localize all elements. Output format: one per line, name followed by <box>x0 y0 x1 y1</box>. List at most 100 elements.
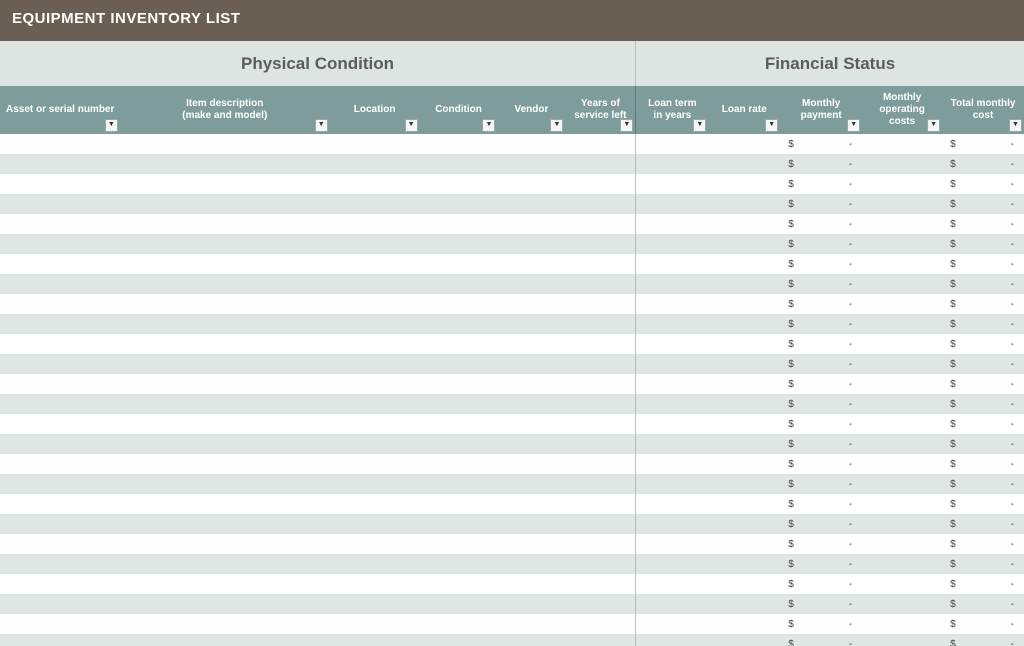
cell-location <box>330 234 420 254</box>
cell-loan-rate <box>708 234 780 254</box>
cell-asset <box>0 254 120 274</box>
table-row: $-$- <box>0 134 1024 154</box>
table-row: $-$- <box>0 214 1024 234</box>
cell-description <box>120 374 330 394</box>
cell-loan-rate <box>708 154 780 174</box>
cell-asset <box>0 574 120 594</box>
cell-loan-term <box>636 394 708 414</box>
cell-service-left <box>565 514 635 534</box>
cell-loan-rate <box>708 354 780 374</box>
cell-description <box>120 254 330 274</box>
cell-asset <box>0 354 120 374</box>
header-vendor-label: Vendor <box>515 104 549 116</box>
filter-operating-costs-button[interactable] <box>927 119 940 132</box>
cell-vendor <box>497 354 565 374</box>
filter-vendor-button[interactable] <box>550 119 563 132</box>
cell-monthly-payment: $- <box>780 474 862 494</box>
cell-loan-term <box>636 214 708 234</box>
cell-location <box>330 214 420 234</box>
cell-asset <box>0 494 120 514</box>
cell-service-left <box>565 414 635 434</box>
cell-condition <box>420 254 498 274</box>
cell-loan-rate <box>708 274 780 294</box>
cell-loan-term <box>636 494 708 514</box>
cell-loan-rate <box>708 254 780 274</box>
cell-vendor <box>497 514 565 534</box>
cell-monthly-payment: $- <box>780 594 862 614</box>
table-row: $-$- <box>0 194 1024 214</box>
cell-loan-rate <box>708 574 780 594</box>
cell-location <box>330 314 420 334</box>
cell-loan-rate <box>708 434 780 454</box>
cell-monthly-payment: $- <box>780 274 862 294</box>
table-row: $-$- <box>0 354 1024 374</box>
cell-description <box>120 554 330 574</box>
filter-description-button[interactable] <box>315 119 328 132</box>
cell-service-left <box>565 134 635 154</box>
cell-description <box>120 414 330 434</box>
cell-total-cost: $- <box>942 354 1024 374</box>
cell-condition <box>420 434 498 454</box>
cell-total-cost: $- <box>942 214 1024 234</box>
table-row: $-$- <box>0 474 1024 494</box>
cell-condition <box>420 294 498 314</box>
cell-monthly-payment: $- <box>780 254 862 274</box>
cell-location <box>330 334 420 354</box>
cell-location <box>330 394 420 414</box>
cell-location <box>330 194 420 214</box>
table-row: $-$- <box>0 334 1024 354</box>
cell-vendor <box>497 574 565 594</box>
cell-asset <box>0 434 120 454</box>
cell-loan-rate <box>708 514 780 534</box>
cell-description <box>120 494 330 514</box>
cell-vendor <box>497 334 565 354</box>
cell-vendor <box>497 474 565 494</box>
cell-asset <box>0 454 120 474</box>
cell-condition <box>420 614 498 634</box>
cell-service-left <box>565 314 635 334</box>
cell-asset <box>0 594 120 614</box>
cell-loan-rate <box>708 334 780 354</box>
cell-loan-rate <box>708 134 780 154</box>
header-location-label: Location <box>354 104 396 116</box>
cell-total-cost: $- <box>942 534 1024 554</box>
cell-loan-term <box>636 514 708 534</box>
cell-vendor <box>497 274 565 294</box>
cell-description <box>120 594 330 614</box>
cell-condition <box>420 174 498 194</box>
table-row: $-$- <box>0 494 1024 514</box>
cell-description <box>120 214 330 234</box>
filter-loan-term-button[interactable] <box>693 119 706 132</box>
cell-loan-rate <box>708 374 780 394</box>
filter-monthly-payment-button[interactable] <box>847 119 860 132</box>
cell-total-cost: $- <box>942 134 1024 154</box>
cell-location <box>330 494 420 514</box>
table-row: $-$- <box>0 574 1024 594</box>
header-service-left-label: Years ofservice left <box>574 98 626 122</box>
cell-asset <box>0 134 120 154</box>
table-row: $-$- <box>0 234 1024 254</box>
filter-total-cost-button[interactable] <box>1009 119 1022 132</box>
filter-location-button[interactable] <box>405 119 418 132</box>
cell-loan-term <box>636 374 708 394</box>
cell-description <box>120 474 330 494</box>
table-row: $-$- <box>0 394 1024 414</box>
cell-condition <box>420 514 498 534</box>
cell-asset <box>0 234 120 254</box>
filter-asset-button[interactable] <box>105 119 118 132</box>
cell-loan-rate <box>708 454 780 474</box>
cell-service-left <box>565 154 635 174</box>
cell-loan-term <box>636 534 708 554</box>
cell-description <box>120 634 330 646</box>
table-row: $-$- <box>0 154 1024 174</box>
cell-loan-term <box>636 594 708 614</box>
filter-service-left-button[interactable] <box>620 119 633 132</box>
cell-total-cost: $- <box>942 554 1024 574</box>
cell-vendor <box>497 214 565 234</box>
cell-service-left <box>565 214 635 234</box>
cell-asset <box>0 154 120 174</box>
cell-total-cost: $- <box>942 274 1024 294</box>
cell-location <box>330 174 420 194</box>
filter-condition-button[interactable] <box>482 119 495 132</box>
filter-loan-rate-button[interactable] <box>765 119 778 132</box>
